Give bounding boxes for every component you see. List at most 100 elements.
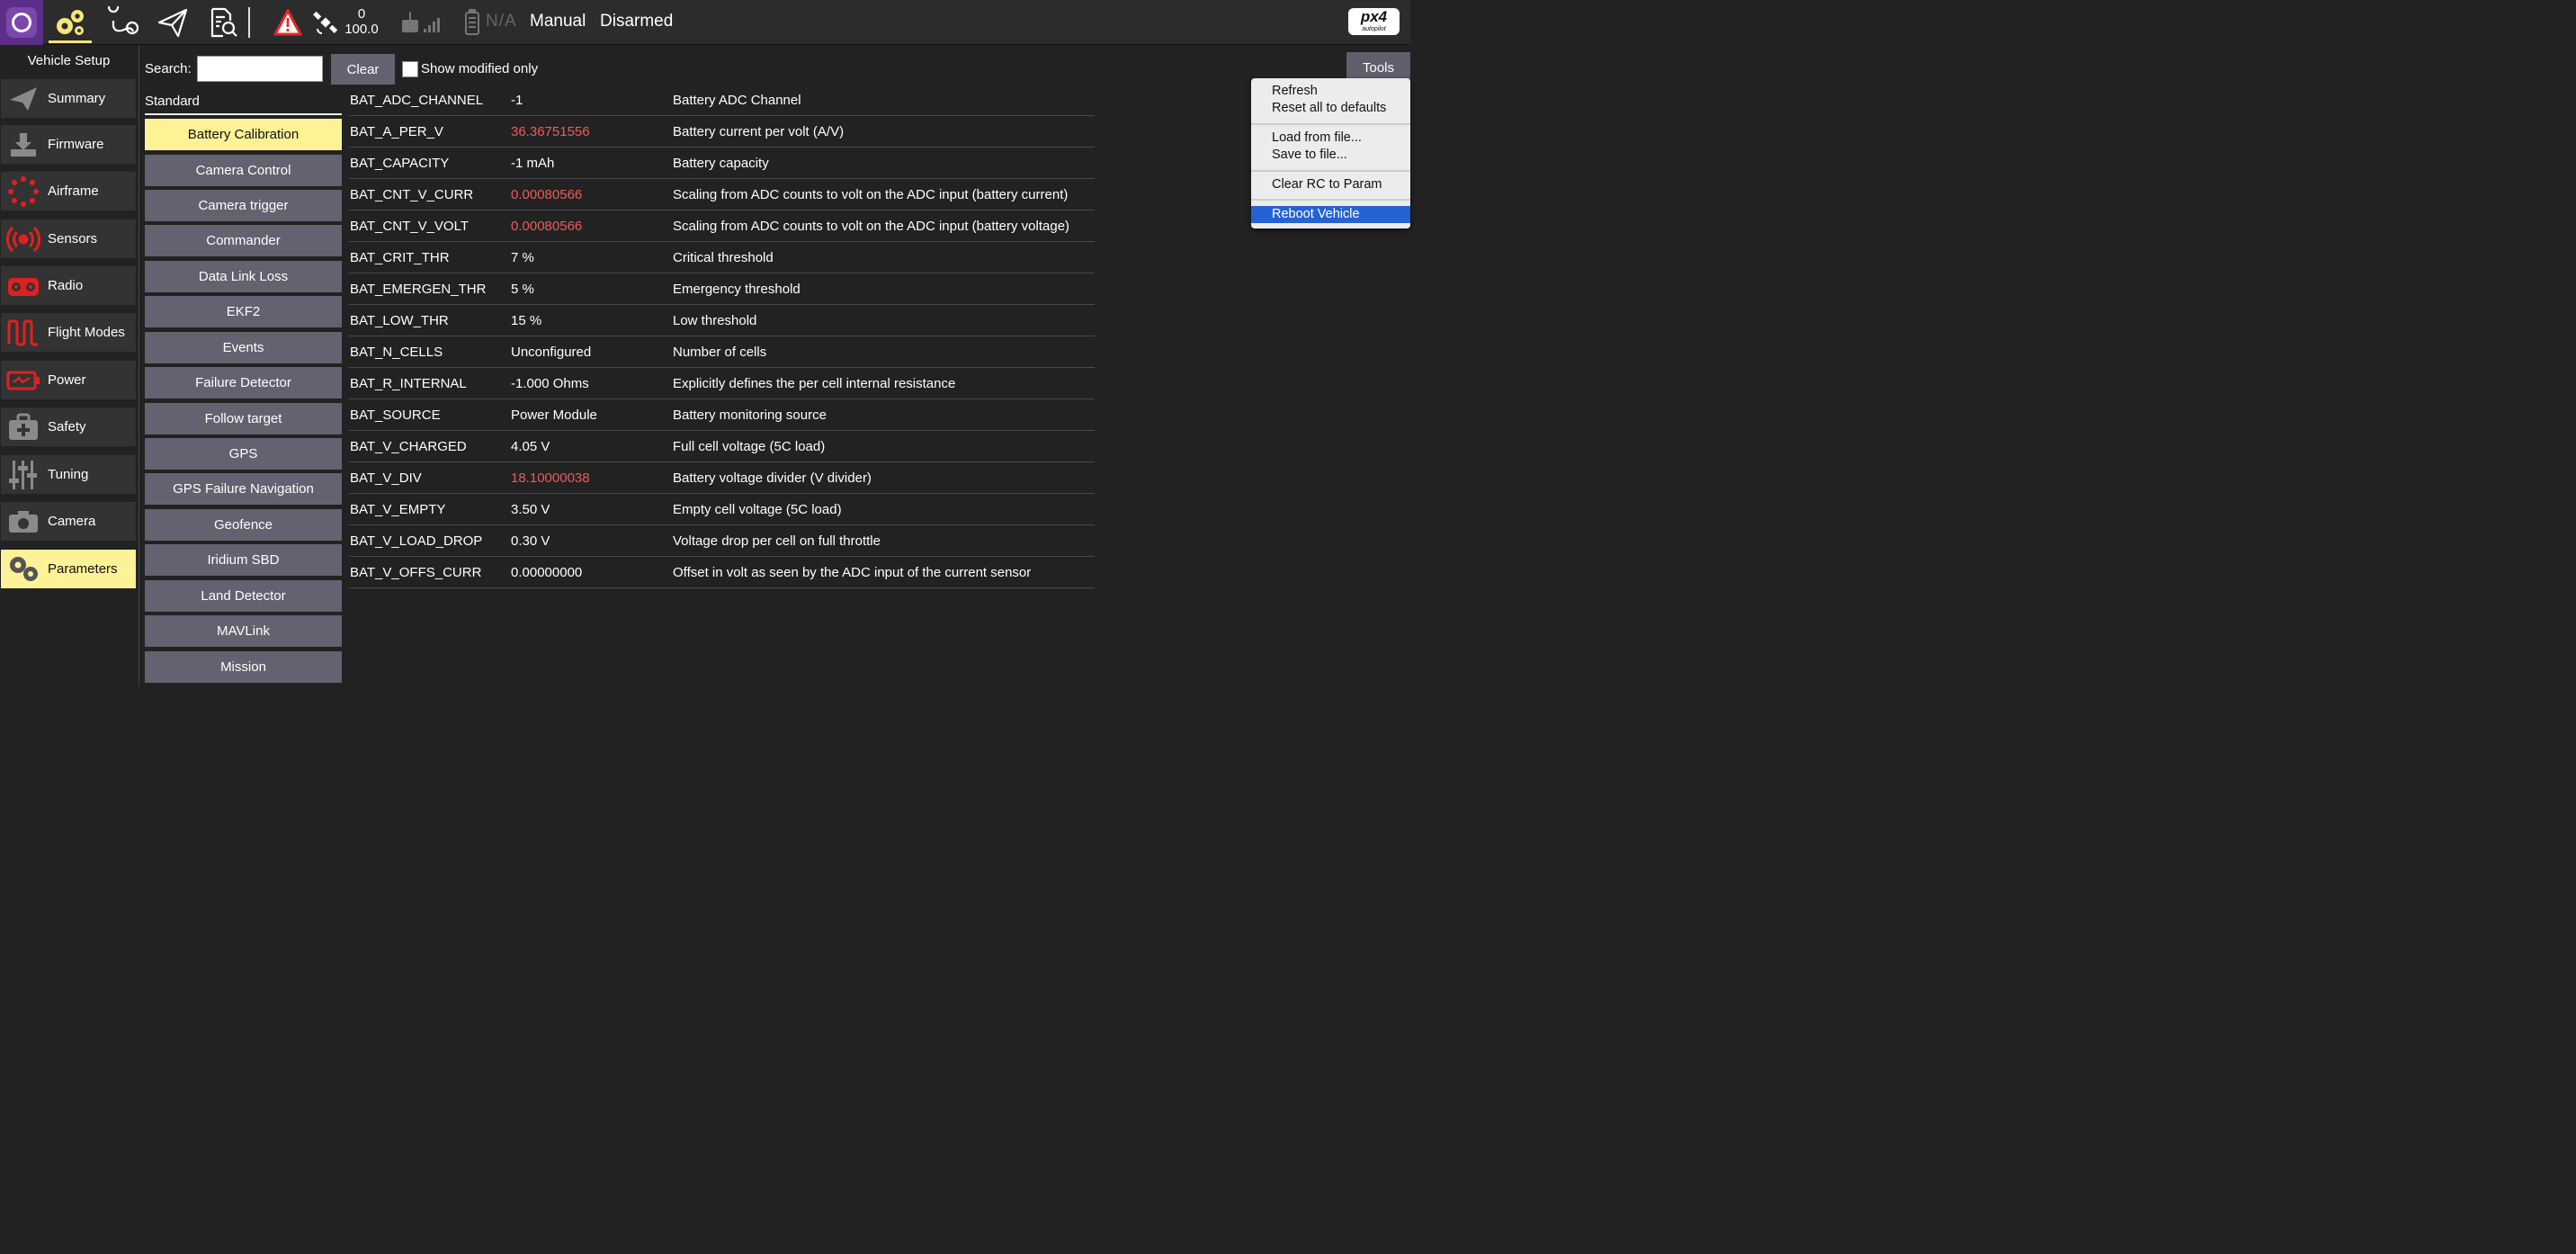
param-value[interactable]: 0.00080566 <box>511 187 582 202</box>
param-name: BAT_A_PER_V <box>350 124 443 139</box>
param-value[interactable]: 4.05 V <box>511 439 550 454</box>
search-input[interactable] <box>197 56 323 82</box>
param-name: BAT_CRIT_THR <box>350 250 450 265</box>
param-row[interactable]: BAT_V_OFFS_CURR 0.00000000 Offset in vol… <box>349 557 1095 588</box>
setup-item-safety[interactable]: Safety <box>1 408 136 446</box>
menu-item-clear-rc-to-param[interactable]: Clear RC to Param <box>1251 176 1410 193</box>
param-value[interactable]: 0.00080566 <box>511 219 582 234</box>
setup-item-airframe[interactable]: Airframe <box>1 172 136 210</box>
param-value[interactable]: -1 mAh <box>511 156 554 171</box>
param-row[interactable]: BAT_V_CHARGED 4.05 V Full cell voltage (… <box>349 431 1095 462</box>
battery-icon[interactable] <box>459 0 486 45</box>
param-name: BAT_V_OFFS_CURR <box>350 565 482 580</box>
param-row[interactable]: BAT_V_DIV 18.10000038 Battery voltage di… <box>349 462 1095 494</box>
param-name: BAT_EMERGEN_THR <box>350 282 487 297</box>
param-row[interactable]: BAT_A_PER_V 36.36751556 Battery current … <box>349 116 1095 148</box>
setup-item-label: Power <box>48 372 86 388</box>
vehicle-setup-title: Vehicle Setup <box>27 53 111 68</box>
param-value[interactable]: 15 % <box>511 313 541 328</box>
show-modified-only-checkbox[interactable] <box>402 61 418 77</box>
arm-state-indicator[interactable]: Disarmed <box>600 12 673 31</box>
menu-item-reset-all-to-defaults[interactable]: Reset all to defaults <box>1251 100 1410 117</box>
setup-item-summary[interactable]: Summary <box>1 79 136 118</box>
menu-item-reboot-vehicle[interactable]: Reboot Vehicle <box>1251 206 1410 223</box>
menu-item-load-from-file[interactable]: Load from file... <box>1251 130 1410 147</box>
flight-mode-selector[interactable]: Manual <box>530 12 586 31</box>
flight-modes-icon <box>1 313 46 352</box>
group-camera-trigger[interactable]: Camera trigger <box>145 190 342 221</box>
param-row[interactable]: BAT_V_EMPTY 3.50 V Empty cell voltage (5… <box>349 494 1095 525</box>
group-camera-control[interactable]: Camera Control <box>145 155 342 186</box>
param-row[interactable]: BAT_SOURCE Power Module Battery monitori… <box>349 399 1095 431</box>
group-mavlink[interactable]: MAVLink <box>145 615 342 647</box>
param-value[interactable]: 36.36751556 <box>511 124 590 139</box>
menu-item-refresh[interactable]: Refresh <box>1251 83 1410 100</box>
group-data-link-loss[interactable]: Data Link Loss <box>145 261 342 292</box>
group-gps[interactable]: GPS <box>145 438 342 470</box>
param-row[interactable]: BAT_R_INTERNAL -1.000 Ohms Explicitly de… <box>349 368 1095 399</box>
setup-item-radio[interactable]: Radio <box>1 266 136 305</box>
safety-kit-icon <box>1 408 46 446</box>
param-row[interactable]: BAT_CAPACITY -1 mAh Battery capacity <box>349 148 1095 179</box>
vehicle-setup-gears-icon[interactable] <box>47 0 94 45</box>
setup-item-camera[interactable]: Camera <box>1 502 136 541</box>
group-land-detector[interactable]: Land Detector <box>145 580 342 612</box>
setup-item-firmware[interactable]: Firmware <box>1 125 136 164</box>
param-value[interactable]: 3.50 V <box>511 502 550 517</box>
setup-item-label: Safety <box>48 419 86 434</box>
param-value[interactable]: Power Module <box>511 408 597 423</box>
group-gps-failure-navigation[interactable]: GPS Failure Navigation <box>145 473 342 505</box>
show-modified-only-label[interactable]: Show modified only <box>421 61 538 76</box>
param-description: Battery ADC Channel <box>673 93 801 108</box>
setup-item-tuning[interactable]: Tuning <box>1 455 136 494</box>
param-value[interactable]: 7 % <box>511 250 534 265</box>
param-row[interactable]: BAT_V_LOAD_DROP 0.30 V Voltage drop per … <box>349 525 1095 557</box>
param-row[interactable]: BAT_CNT_V_CURR 0.00080566 Scaling from A… <box>349 179 1095 210</box>
param-value[interactable]: -1.000 Ohms <box>511 376 589 391</box>
warning-icon[interactable] <box>270 0 306 45</box>
param-value[interactable]: 0.30 V <box>511 533 550 549</box>
group-battery-calibration[interactable]: Battery Calibration <box>145 119 342 150</box>
group-geofence[interactable]: Geofence <box>145 509 342 541</box>
param-row[interactable]: BAT_CNT_V_VOLT 0.00080566 Scaling from A… <box>349 210 1095 242</box>
airframe-icon <box>1 172 46 210</box>
download-icon <box>1 125 46 164</box>
gps-satellite-icon[interactable] <box>309 0 342 45</box>
setup-item-flight-modes[interactable]: Flight Modes <box>1 313 136 352</box>
param-value[interactable]: 0.00000000 <box>511 565 582 580</box>
plan-view-icon[interactable] <box>101 0 144 45</box>
analyze-view-icon[interactable] <box>201 0 245 45</box>
clear-button[interactable]: Clear <box>331 54 395 85</box>
param-name: BAT_LOW_THR <box>350 313 449 328</box>
gps-satellite-count: 0 <box>357 6 366 22</box>
param-row[interactable]: BAT_ADC_CHANNEL -1 Battery ADC Channel <box>349 85 1095 116</box>
setup-item-power[interactable]: Power <box>1 361 136 399</box>
param-row[interactable]: BAT_N_CELLS Unconfigured Number of cells <box>349 336 1095 368</box>
param-description: Battery capacity <box>673 156 769 171</box>
fly-view-paper-plane-icon[interactable] <box>151 0 194 45</box>
param-value[interactable]: -1 <box>511 93 523 108</box>
tools-dropdown-menu: Refresh Reset all to defaults Load from … <box>1251 78 1410 228</box>
group-events[interactable]: Events <box>145 332 342 363</box>
group-commander[interactable]: Commander <box>145 225 342 256</box>
param-value[interactable]: Unconfigured <box>511 345 591 360</box>
setup-item-sensors[interactable]: Sensors <box>1 219 136 258</box>
camera-icon <box>1 502 46 541</box>
menu-item-save-to-file[interactable]: Save to file... <box>1251 147 1410 164</box>
group-ekf2[interactable]: EKF2 <box>145 296 342 327</box>
group-mission[interactable]: Mission <box>145 651 342 683</box>
param-description: Battery voltage divider (V divider) <box>673 470 872 486</box>
setup-item-parameters[interactable]: Parameters <box>1 550 136 588</box>
param-row[interactable]: BAT_CRIT_THR 7 % Critical threshold <box>349 242 1095 273</box>
group-failure-detector[interactable]: Failure Detector <box>145 367 342 399</box>
param-row[interactable]: BAT_LOW_THR 15 % Low threshold <box>349 305 1095 336</box>
group-iridium-sbd[interactable]: Iridium SBD <box>145 544 342 576</box>
qgc-logo-icon[interactable] <box>0 0 43 45</box>
param-row[interactable]: BAT_EMERGEN_THR 5 % Emergency threshold <box>349 273 1095 305</box>
setup-item-label: Flight Modes <box>48 325 125 340</box>
param-value[interactable]: 5 % <box>511 282 534 297</box>
rc-transmitter-icon[interactable] <box>396 0 446 45</box>
sensors-icon <box>1 219 46 258</box>
group-follow-target[interactable]: Follow target <box>145 403 342 434</box>
param-value[interactable]: 18.10000038 <box>511 470 590 486</box>
